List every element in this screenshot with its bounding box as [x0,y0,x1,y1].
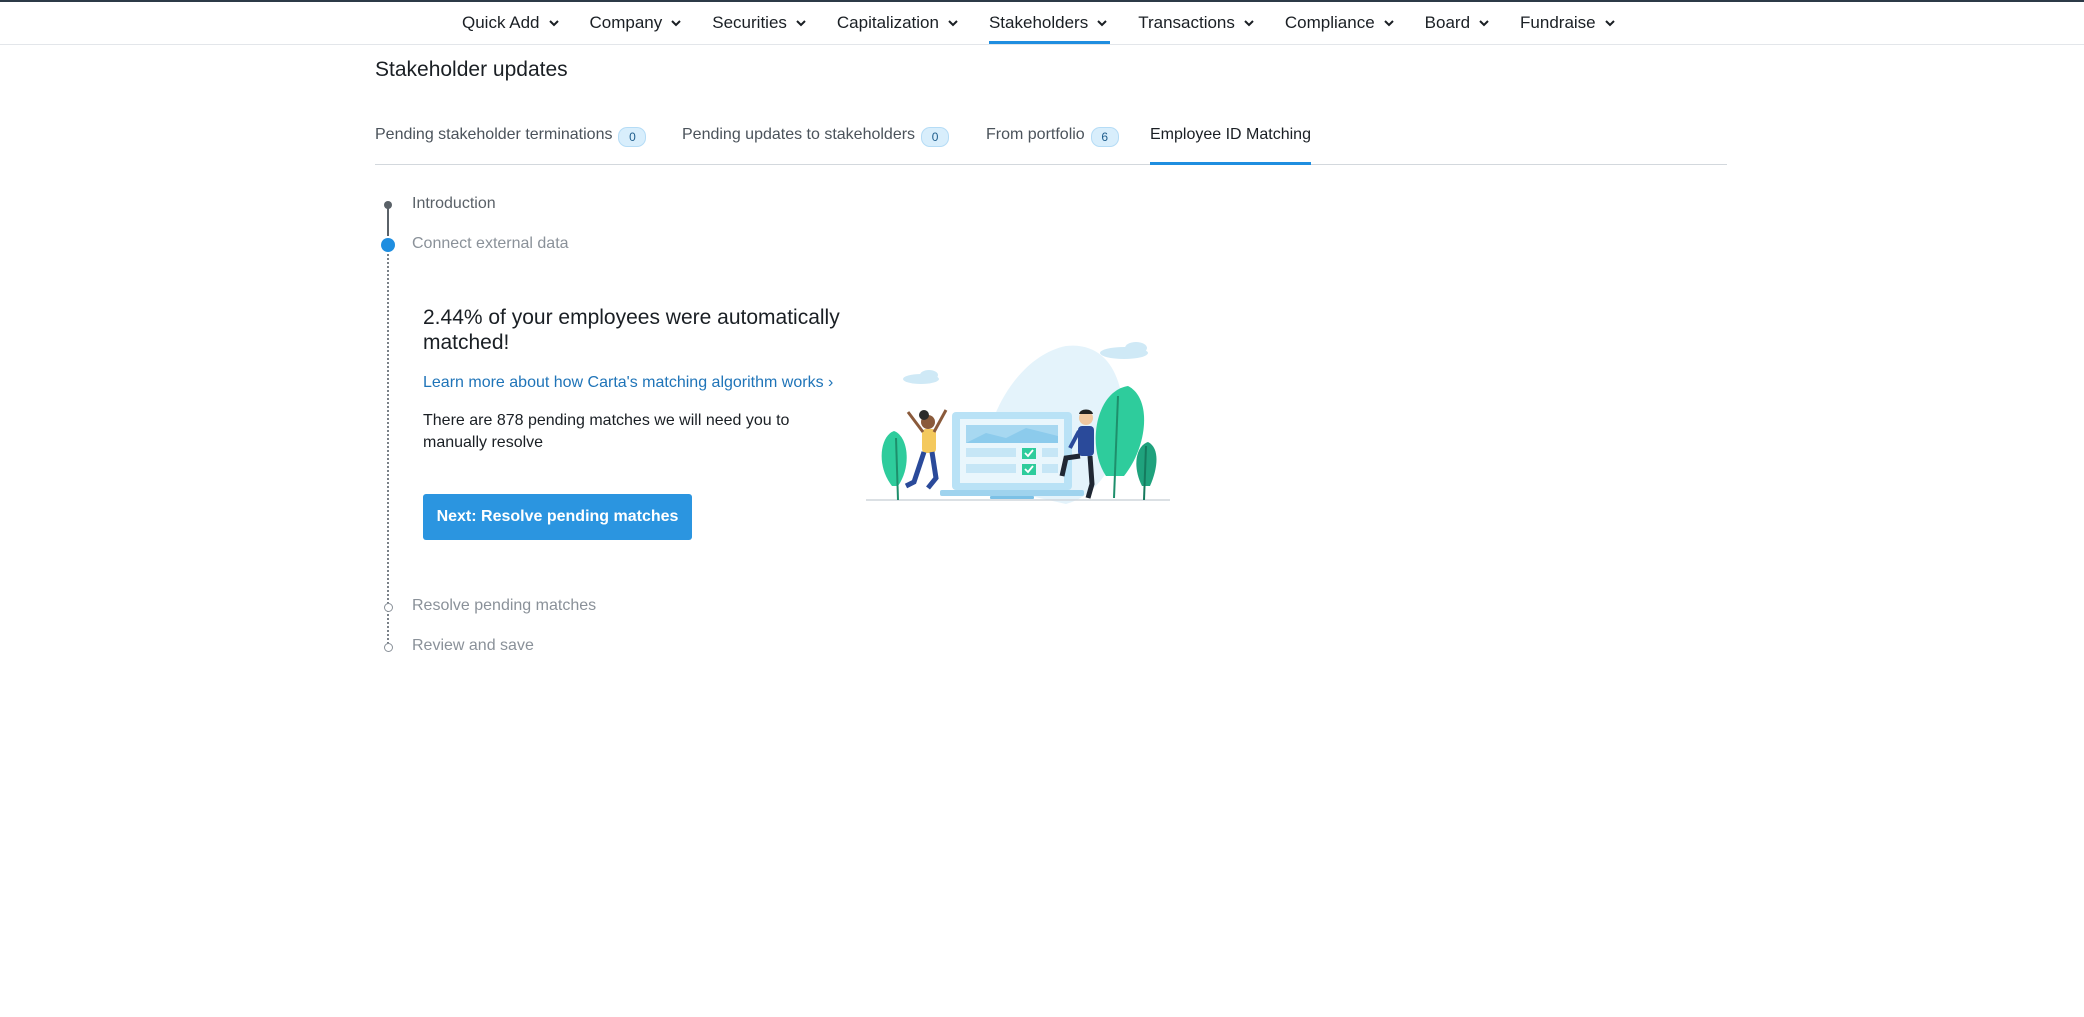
tab-pending-stakeholder-terminations[interactable]: Pending stakeholder terminations 0 [375,126,647,164]
chevron-down-icon [796,20,806,27]
nav-item-label: Capitalization [836,13,939,32]
chevron-down-icon [948,20,958,27]
count-badge: 0 [618,127,647,147]
tab-bar: Pending stakeholder terminations 0 Pendi… [375,126,1727,165]
nav-item-label: Transactions [1138,13,1235,32]
tab-from-portfolio[interactable]: From portfolio 6 [986,126,1119,164]
top-navigation: Quick Add Company Securities Capitalizat… [0,2,2084,45]
match-result-heading: 2.44% of your employees were automatical… [423,306,840,354]
step-review-and-save: Review and save [412,637,534,654]
stepper-connector [387,206,389,236]
tab-label: Employee ID Matching [1150,126,1311,143]
chevron-down-icon [1479,20,1489,27]
nav-item-label: Securities [712,13,787,32]
next-resolve-pending-matches-button[interactable]: Next: Resolve pending matches [423,494,692,540]
nav-item-label: Board [1424,13,1471,32]
step-current-indicator [381,238,395,252]
step-introduction: Introduction [412,195,496,212]
chevron-down-icon [671,20,681,27]
step-pending-indicator [384,603,393,612]
tab-pending-updates-to-stakeholders[interactable]: Pending updates to stakeholders 0 [682,126,950,164]
count-badge: 6 [1090,127,1119,147]
page-title: Stakeholder updates [375,58,568,81]
nav-item-capitalization[interactable]: Capitalization [837,2,961,44]
nav-item-fundraise[interactable]: Fundraise [1520,2,1618,44]
nav-item-compliance[interactable]: Compliance [1285,2,1397,44]
nav-item-securities[interactable]: Securities [712,2,809,44]
step-completed-indicator [384,201,392,209]
nav-item-quick-add[interactable]: Quick Add [462,2,562,44]
nav-item-label: Company [589,13,663,32]
step-connect-external-data: Connect external data [412,235,569,252]
pending-matches-text: There are 878 pending matches we will ne… [423,412,790,451]
nav-item-stakeholders[interactable]: Stakeholders [988,2,1111,44]
tab-label: Pending stakeholder terminations [375,126,613,143]
nav-item-label: Quick Add [462,13,540,32]
nav-menu: Quick Add Company Securities Capitalizat… [462,2,1646,44]
tab-label: From portfolio [986,126,1085,143]
step-pending-indicator [384,643,393,652]
nav-item-transactions[interactable]: Transactions [1138,2,1257,44]
stepper-connector-dotted [387,254,389,644]
chevron-down-icon [1604,20,1615,27]
step-resolve-pending-matches: Resolve pending matches [412,597,597,614]
tab-employee-id-matching[interactable]: Employee ID Matching [1150,126,1311,165]
chevron-down-icon [1383,20,1394,27]
chevron-down-icon [1097,20,1107,27]
chevron-down-icon [1244,20,1254,27]
nav-item-label: Stakeholders [988,13,1089,32]
nav-item-board[interactable]: Board [1425,2,1492,44]
tab-label: Pending updates to stakeholders [682,126,916,143]
celebration-illustration [866,342,1170,504]
chevron-down-icon [548,20,559,27]
nav-item-label: Compliance [1284,13,1375,32]
learn-more-link[interactable]: Learn more about how Carta's matching al… [423,374,833,392]
count-badge: 0 [921,127,950,147]
nav-item-label: Fundraise [1520,13,1596,32]
nav-item-company[interactable]: Company [590,2,685,44]
